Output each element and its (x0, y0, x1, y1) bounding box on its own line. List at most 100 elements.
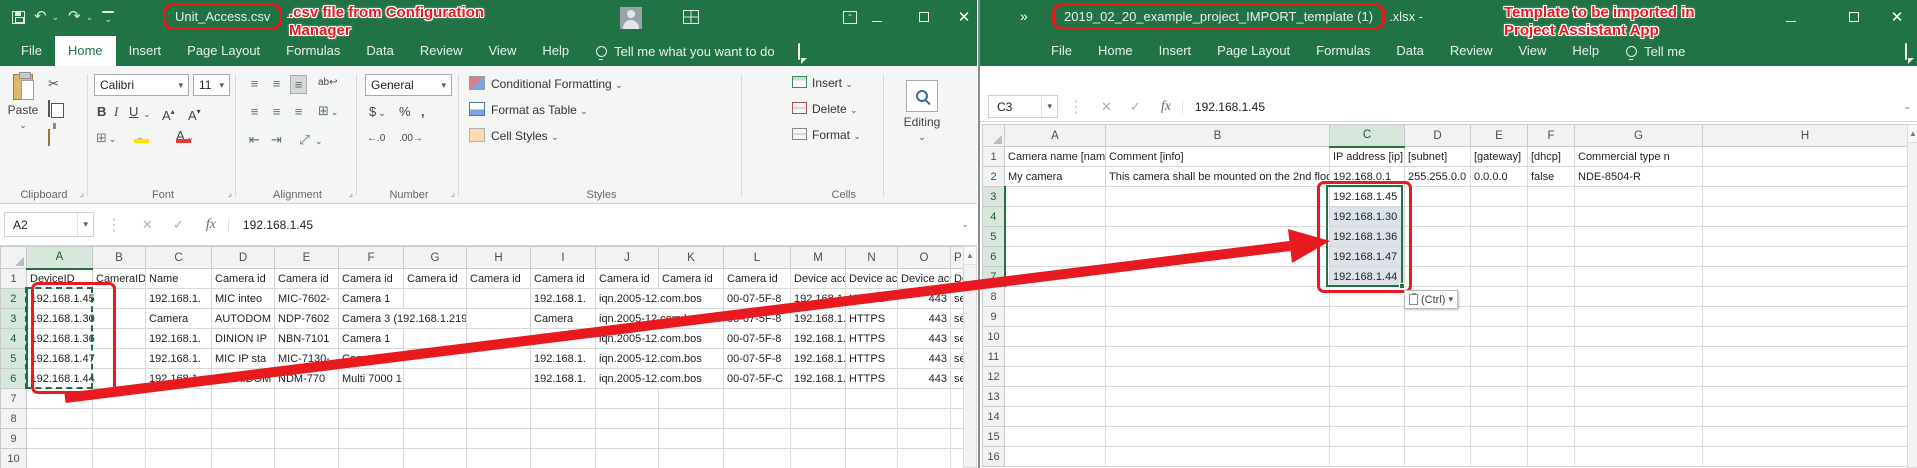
cell-E6[interactable]: NDM-770 (275, 369, 339, 389)
cell-I7[interactable] (531, 389, 596, 409)
cell-E8[interactable] (275, 409, 339, 429)
cell-C16[interactable] (1330, 447, 1405, 467)
cell-I1[interactable]: Camera id (531, 269, 596, 289)
orientation-button[interactable]: ⤢⌄ (296, 131, 323, 149)
cancel-icon[interactable]: ✕ (1101, 99, 1112, 115)
cell-A3[interactable]: 192.168.1.30 (27, 309, 146, 329)
cell-N8[interactable] (846, 409, 898, 429)
cell-E9[interactable] (1471, 307, 1528, 327)
cell-A5[interactable]: 192.168.1.47 (27, 349, 146, 369)
cell-K7[interactable] (659, 389, 724, 409)
middle-align-icon[interactable]: ≡ (268, 75, 285, 92)
cell-F6[interactable]: Multi 7000 1 (339, 369, 404, 389)
rowhead-4[interactable]: 4 (1, 329, 27, 349)
cell-B8[interactable] (93, 409, 146, 429)
cell-F2[interactable]: false (1528, 167, 1575, 187)
cell-G13[interactable] (1575, 387, 1703, 407)
undo-icon[interactable]: ↶ (34, 8, 47, 26)
cell-F12[interactable] (1528, 367, 1575, 387)
cell-G3[interactable] (1575, 187, 1703, 207)
cell-M10[interactable] (791, 449, 846, 468)
cell-G11[interactable] (1575, 347, 1703, 367)
cell-C1[interactable]: IP address [ip] (1330, 147, 1405, 167)
cell-C7[interactable]: 192.168.1.44 (1330, 267, 1405, 287)
cell-E13[interactable] (1471, 387, 1528, 407)
cell-M3[interactable]: 192.168.1. (791, 309, 846, 329)
cell-C4[interactable]: 192.168.1.30 (1330, 207, 1405, 227)
rowhead-15[interactable]: 15 (983, 427, 1005, 447)
cell-K8[interactable] (659, 409, 724, 429)
cell-I4[interactable] (531, 329, 596, 349)
tab-formulas[interactable]: Formulas (1303, 36, 1383, 66)
cell-N5[interactable]: HTTPS (846, 349, 898, 369)
rowhead-13[interactable]: 13 (983, 387, 1005, 407)
paste-button[interactable]: Paste ⌄ (5, 74, 41, 131)
colhead-H[interactable]: H (467, 247, 531, 269)
cell-F15[interactable] (1528, 427, 1575, 447)
rowhead-2[interactable]: 2 (1, 289, 27, 309)
copy-icon[interactable]: ⌄ (48, 101, 60, 118)
insert-function-icon[interactable]: fx (1161, 99, 1171, 115)
cell-G9[interactable] (404, 429, 467, 449)
cell-H2[interactable] (467, 289, 531, 309)
cell-E14[interactable] (1471, 407, 1528, 427)
tab-file[interactable]: File (1038, 36, 1085, 66)
qat-overflow-icon[interactable]: » (1020, 8, 1028, 24)
cell-H10[interactable] (467, 449, 531, 468)
cell-E10[interactable] (1471, 327, 1528, 347)
cell-O6[interactable]: 443 (898, 369, 951, 389)
accounting-format-button[interactable]: $⌄ (369, 104, 386, 121)
fill-color-button[interactable]: ⌄ (134, 128, 144, 145)
enter-icon[interactable]: ✓ (173, 217, 184, 233)
left-tell-me[interactable]: Tell me what you want to do (596, 36, 774, 66)
cell-D4[interactable] (1405, 207, 1471, 227)
cell-E12[interactable] (1471, 367, 1528, 387)
cell-A9[interactable] (27, 429, 93, 449)
rowhead-16[interactable]: 16 (983, 447, 1005, 467)
maximize-button[interactable] (1843, 8, 1865, 28)
colhead-E[interactable]: E (1471, 125, 1528, 147)
cell-D4[interactable]: DINION IP (212, 329, 275, 349)
cell-H6[interactable] (467, 369, 531, 389)
colhead-A[interactable]: A (1005, 125, 1106, 147)
cell-F7[interactable] (339, 389, 404, 409)
tab-data[interactable]: Data (353, 36, 406, 66)
cell-F10[interactable] (339, 449, 404, 468)
cell-O7[interactable] (898, 389, 951, 409)
tab-help[interactable]: Help (529, 36, 582, 66)
cell-N10[interactable] (846, 449, 898, 468)
rowhead-10[interactable]: 10 (1, 449, 27, 468)
colhead-F[interactable]: F (339, 247, 404, 269)
colhead-H[interactable]: H (1703, 125, 1908, 147)
cell-B5[interactable] (1106, 227, 1330, 247)
cell-O10[interactable] (898, 449, 951, 468)
rowhead-12[interactable]: 12 (983, 367, 1005, 387)
redo-dropdown-icon[interactable]: ⌄ (86, 12, 94, 23)
cell-B1[interactable]: Comment [info] (1106, 147, 1330, 167)
cell-D6[interactable]: FLEXIDOM (212, 369, 275, 389)
cell-J5[interactable]: iqn.2005-12.com.bos (596, 349, 724, 369)
tab-view[interactable]: View (475, 36, 529, 66)
formula-bar-expand-icon[interactable]: ⌄ (961, 219, 969, 230)
customize-qat-icon[interactable]: ⌄ (102, 11, 114, 23)
cell-H5[interactable] (1703, 227, 1908, 247)
enter-icon[interactable]: ✓ (1130, 99, 1141, 115)
cell-C5[interactable]: 192.168.1. (146, 349, 212, 369)
cell-A8[interactable] (27, 409, 93, 429)
colhead-C[interactable]: C (1330, 125, 1405, 147)
select-all-corner[interactable] (983, 125, 1005, 147)
cell-F11[interactable] (1528, 347, 1575, 367)
tab-review[interactable]: Review (1437, 36, 1506, 66)
cell-J8[interactable] (596, 409, 659, 429)
rowhead-8[interactable]: 8 (983, 287, 1005, 307)
percent-style-button[interactable]: % (399, 104, 411, 120)
colhead-G[interactable]: G (404, 247, 467, 269)
cell-E9[interactable] (275, 429, 339, 449)
cell-L9[interactable] (724, 429, 791, 449)
center-icon[interactable]: ≡ (268, 103, 285, 120)
cell-G5[interactable] (1575, 227, 1703, 247)
cell-G2[interactable] (404, 289, 467, 309)
cell-D2[interactable]: MIC inteo (212, 289, 275, 309)
align-right-icon[interactable]: ≡ (290, 103, 307, 120)
cell-F3[interactable] (1528, 187, 1575, 207)
